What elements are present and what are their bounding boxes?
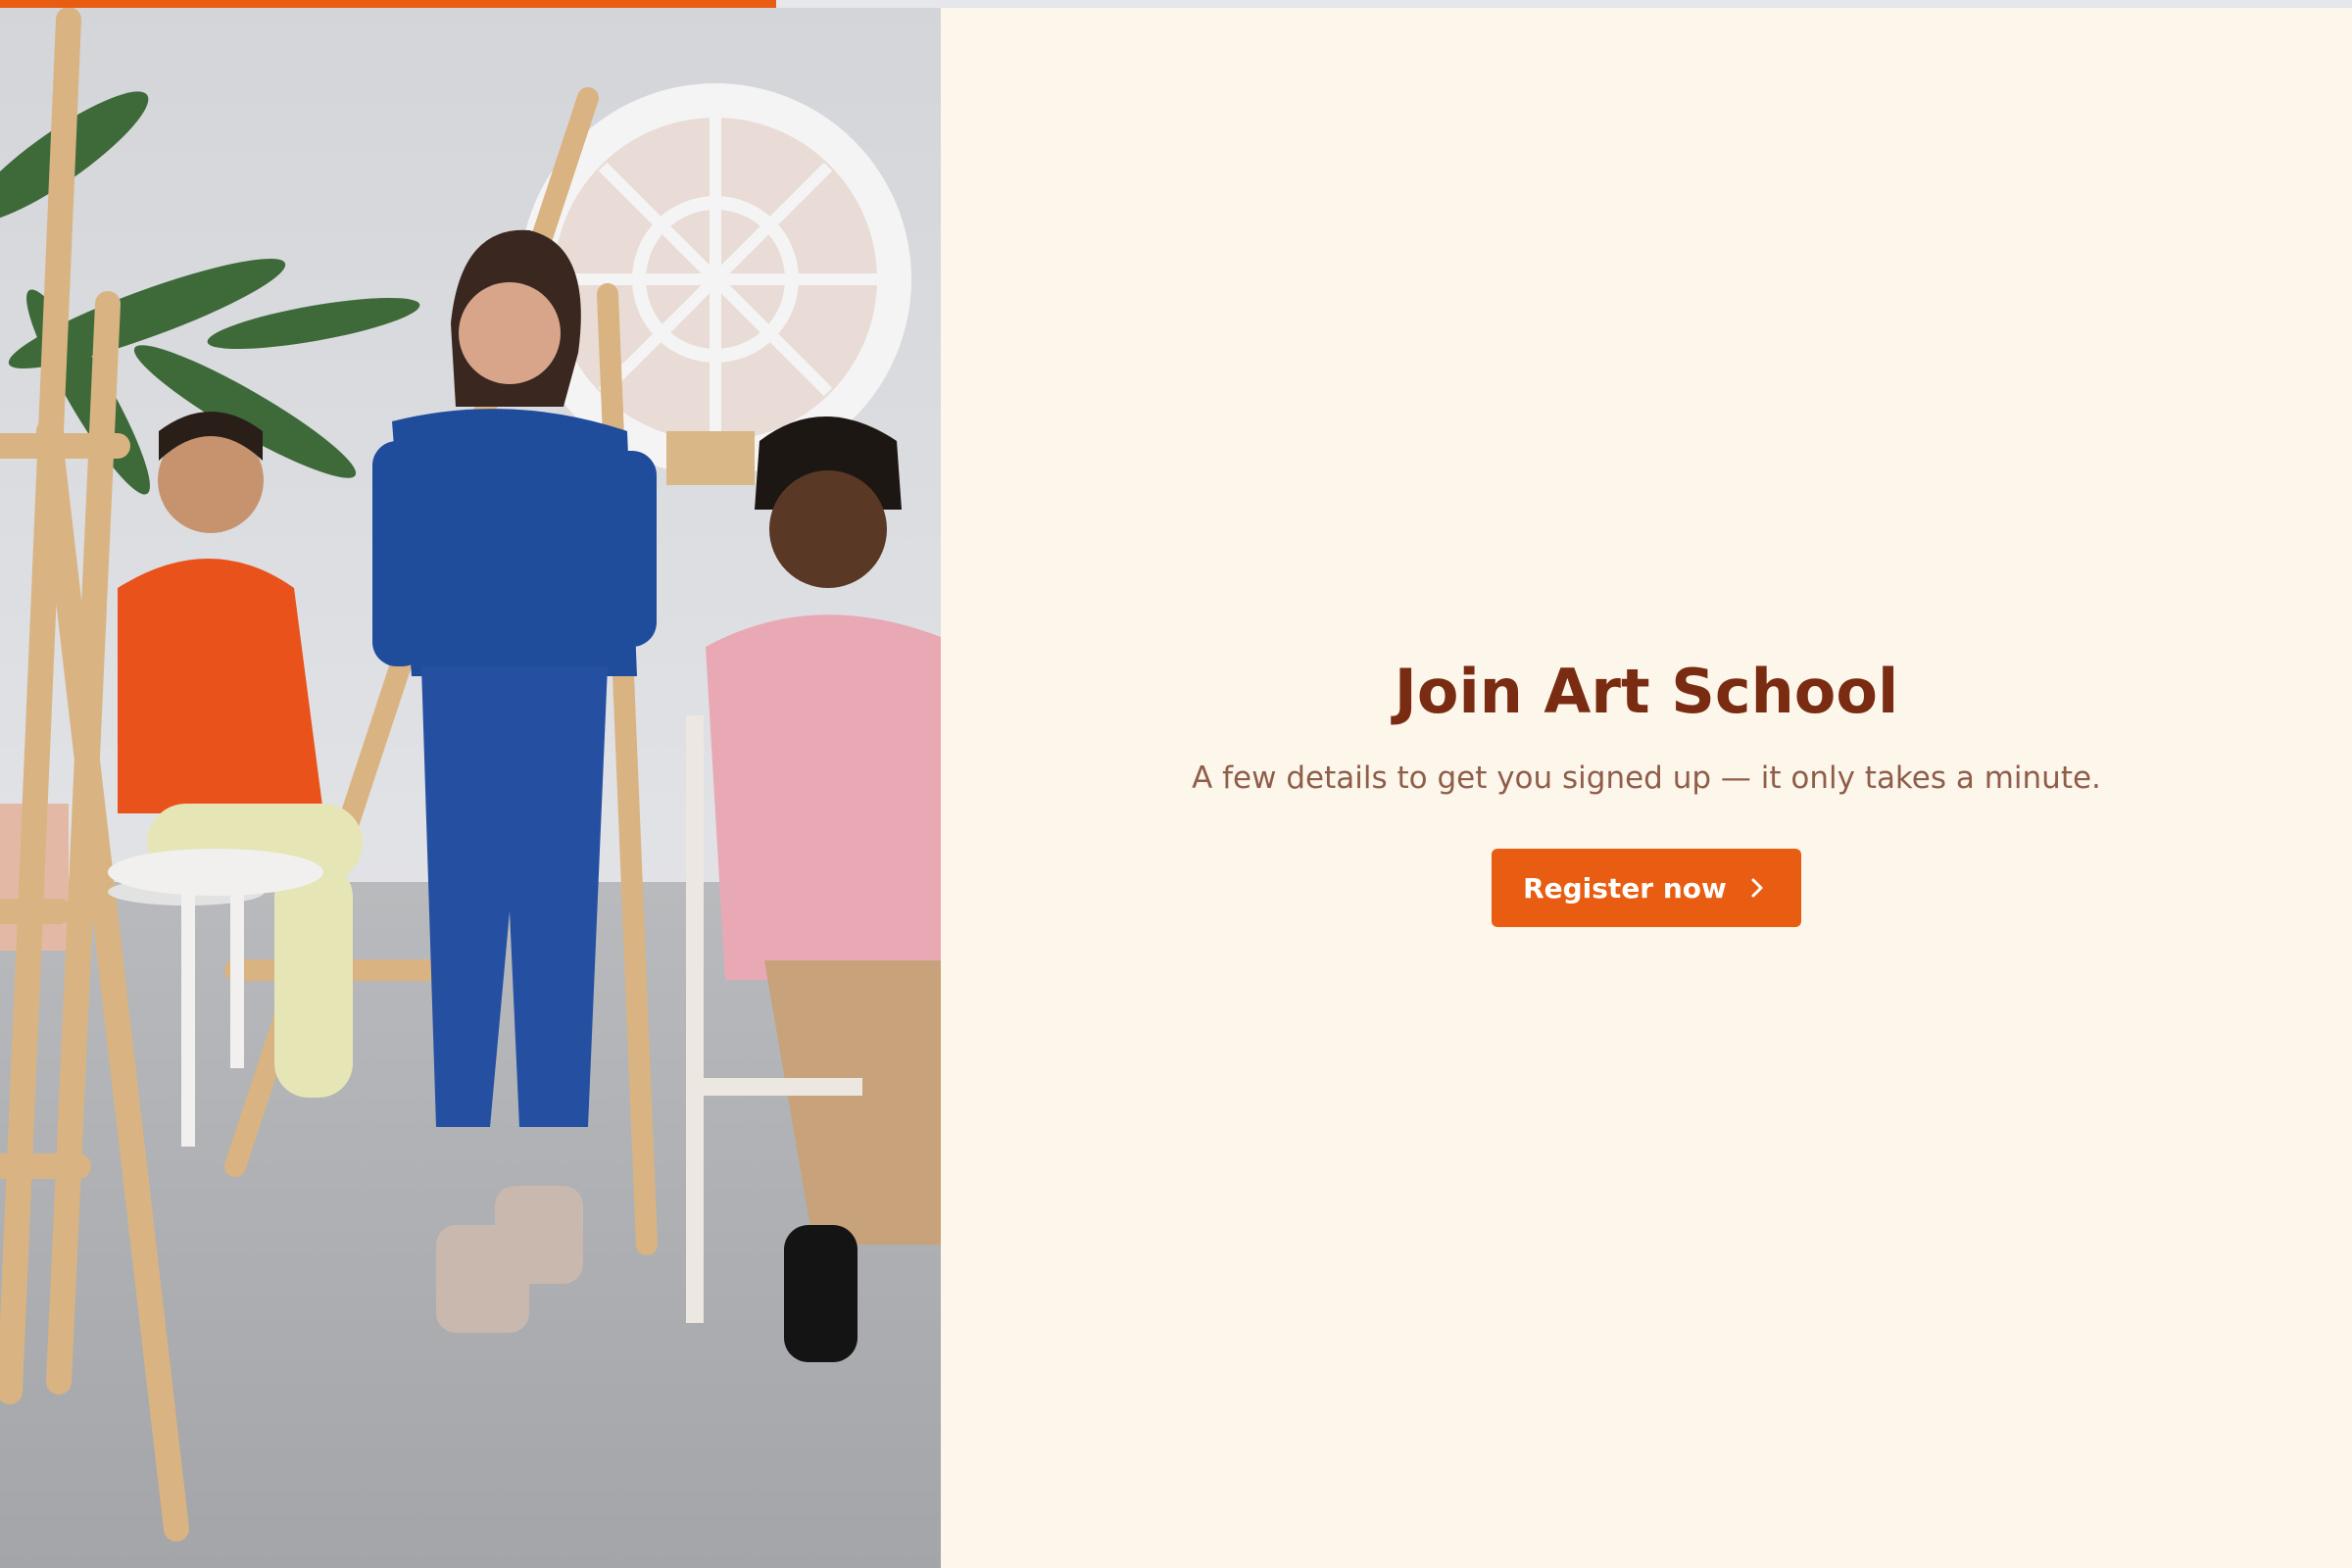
progress-bar-fill [0,0,776,8]
hero-photo [0,0,941,1568]
hero-section: Join Art School A few details to get you… [941,647,2352,927]
page-title: Join Art School [1394,656,1899,727]
page-subtitle: A few details to get you signed up — it … [1192,760,2101,796]
progress-bar [0,0,2352,8]
register-now-button[interactable]: Register now [1492,849,1801,927]
signup-intro-panel: Join Art School A few details to get you… [941,0,2352,1568]
chevron-right-icon [1751,878,1763,898]
register-now-label: Register now [1523,871,1727,905]
